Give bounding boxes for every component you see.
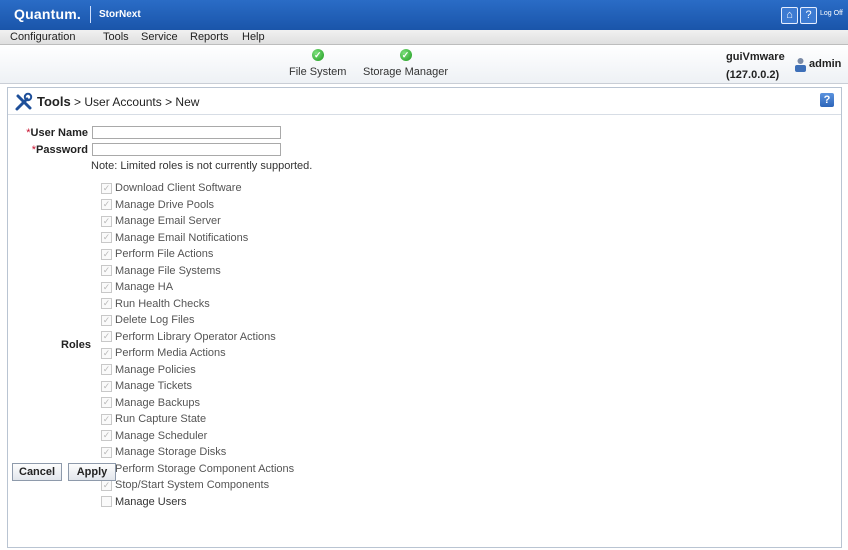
username: admin	[809, 58, 842, 70]
role-item[interactable]: ✓ Perform File Actions	[101, 246, 294, 263]
roles-list: ✓ Download Client Software ✓ Manage Drive P…	[101, 180, 294, 510]
menu-reports[interactable]: Reports	[190, 31, 229, 43]
role-item[interactable]: ✓ Run Capture State	[101, 411, 294, 428]
role-item[interactable]: ✓ Manage Email Server	[101, 213, 294, 230]
role-checkbox[interactable]: ✓	[101, 364, 112, 376]
role-item[interactable]: ✓ Manage Email Notifications	[101, 230, 294, 247]
role-item[interactable]: ✓ Manage Scheduler	[101, 428, 294, 445]
breadcrumb-path: > User Accounts > New	[74, 95, 200, 109]
role-label: Manage Drive Pools	[115, 198, 215, 211]
role-item[interactable]: ✓ Manage Policies	[101, 362, 294, 379]
role-checkbox[interactable]: ✓	[101, 397, 112, 409]
product-name: StorNext	[99, 9, 141, 20]
role-checkbox[interactable]: ✓	[101, 479, 112, 491]
role-checkbox[interactable]: ✓	[101, 215, 112, 227]
role-label: Run Capture State	[115, 413, 207, 426]
role-label: Download Client Software	[115, 182, 242, 195]
role-item[interactable]: ✓ Manage Storage Disks	[101, 444, 294, 461]
role-checkbox[interactable]: ✓	[101, 248, 112, 260]
role-item[interactable]: ✓Perform Storage Component Actions	[101, 461, 294, 478]
server-name: guiVmware	[726, 51, 785, 63]
role-checkbox[interactable]: ✓	[101, 430, 112, 442]
role-label: Manage Storage Disks	[115, 446, 227, 459]
role-item[interactable]: ✓ Download Client Software	[101, 180, 294, 197]
roles-label: Roles	[61, 339, 91, 351]
help-icon[interactable]: ?	[800, 7, 817, 24]
status-ok-icon: ✓	[311, 49, 324, 61]
role-label: Delete Log Files	[115, 314, 195, 327]
role-checkbox[interactable]: ✓	[101, 298, 112, 310]
menu-tools[interactable]: Tools	[103, 31, 129, 43]
role-checkbox[interactable]: ✓	[101, 281, 112, 293]
server-ip: (127.0.0.2)	[726, 69, 780, 81]
role-checkbox[interactable]: ✓	[101, 265, 112, 277]
role-label: Manage Tickets	[115, 380, 193, 393]
service-label: File System	[289, 66, 347, 78]
app-titlebar: Quantum. StorNext ⌂ ? Log Off	[0, 0, 848, 30]
password-input[interactable]	[92, 143, 281, 156]
apply-button[interactable]: Apply	[68, 463, 116, 481]
role-label: Manage HA	[115, 281, 174, 294]
role-label: Perform File Actions	[115, 248, 214, 261]
role-checkbox[interactable]: ✓	[101, 380, 112, 392]
breadcrumb: Tools > User Accounts > New	[37, 94, 199, 109]
role-label: Perform Library Operator Actions	[115, 330, 276, 343]
role-checkbox[interactable]: ✓	[101, 182, 112, 194]
cancel-button[interactable]: Cancel	[12, 463, 62, 481]
role-label: Manage Policies	[115, 363, 196, 376]
role-item[interactable]: ✓ Delete Log Files	[101, 312, 294, 329]
brand-logo: Quantum.	[14, 6, 81, 22]
menu-configuration[interactable]: Configuration	[10, 31, 75, 43]
role-item[interactable]: ✓ Manage Tickets	[101, 378, 294, 395]
role-checkbox[interactable]: ✓	[101, 347, 112, 359]
tools-icon	[15, 92, 33, 111]
service-storage-manager[interactable]: ✓ Storage Manager	[363, 49, 448, 78]
menu-service[interactable]: Service	[141, 31, 178, 43]
role-label: Manage Email Notifications	[115, 231, 249, 244]
role-item[interactable]: ✓ Manage Drive Pools	[101, 197, 294, 214]
status-ok-icon: ✓	[399, 49, 412, 61]
role-label: Manage File Systems	[115, 264, 221, 277]
roles-note: Note: Limited roles is not currently sup…	[91, 160, 313, 172]
role-item[interactable]: ✓ Perform Library Operator Actions	[101, 329, 294, 346]
page-header: Tools > User Accounts > New ?	[8, 88, 841, 115]
breadcrumb-root: Tools	[37, 94, 71, 109]
status-bar: ✓ File System ✓ Storage Manager guiVmwar…	[0, 45, 848, 84]
role-checkbox[interactable]: ✓	[101, 413, 112, 425]
role-checkbox[interactable]: ✓	[101, 314, 112, 326]
role-item[interactable]: ✓ Manage HA	[101, 279, 294, 296]
role-label: Run Health Checks	[115, 297, 210, 310]
role-label: Manage Backups	[115, 396, 200, 409]
role-item[interactable]: ✓ Stop/Start System Components	[101, 477, 294, 494]
home-icon[interactable]: ⌂	[781, 7, 798, 24]
page-help-icon[interactable]: ?	[820, 93, 834, 107]
service-label: Storage Manager	[363, 66, 448, 78]
role-item[interactable]: Manage Users	[101, 494, 294, 511]
role-checkbox[interactable]	[101, 496, 112, 508]
username-label: *User Name	[26, 127, 88, 139]
role-item[interactable]: ✓ Manage Backups	[101, 395, 294, 412]
role-label: Manage Users	[115, 495, 187, 508]
role-label: Manage Email Server	[115, 215, 221, 228]
brand-divider	[90, 6, 91, 23]
role-label: Manage Scheduler	[115, 429, 208, 442]
service-file-system[interactable]: ✓ File System	[289, 49, 346, 78]
role-checkbox[interactable]: ✓	[101, 199, 112, 211]
role-item[interactable]: ✓ Manage File Systems	[101, 263, 294, 280]
menu-help[interactable]: Help	[242, 31, 265, 43]
password-label: *Password	[31, 144, 88, 156]
role-checkbox[interactable]: ✓	[101, 446, 112, 458]
role-label: Perform Storage Component Actions	[115, 462, 295, 475]
role-checkbox[interactable]: ✓	[101, 232, 112, 244]
menu-bar: Configuration Tools Service Reports Help	[0, 30, 848, 45]
logoff-link[interactable]: Log Off	[820, 10, 843, 17]
role-item[interactable]: ✓ Run Health Checks	[101, 296, 294, 313]
main-panel: Tools > User Accounts > New ? *User Name…	[7, 87, 842, 548]
role-label: Stop/Start System Components	[115, 479, 270, 492]
role-item[interactable]: ✓ Perform Media Actions	[101, 345, 294, 362]
username-input[interactable]	[92, 126, 281, 139]
role-label: Perform Media Actions	[115, 347, 226, 360]
role-checkbox[interactable]: ✓	[101, 331, 112, 343]
user-icon	[795, 58, 806, 72]
